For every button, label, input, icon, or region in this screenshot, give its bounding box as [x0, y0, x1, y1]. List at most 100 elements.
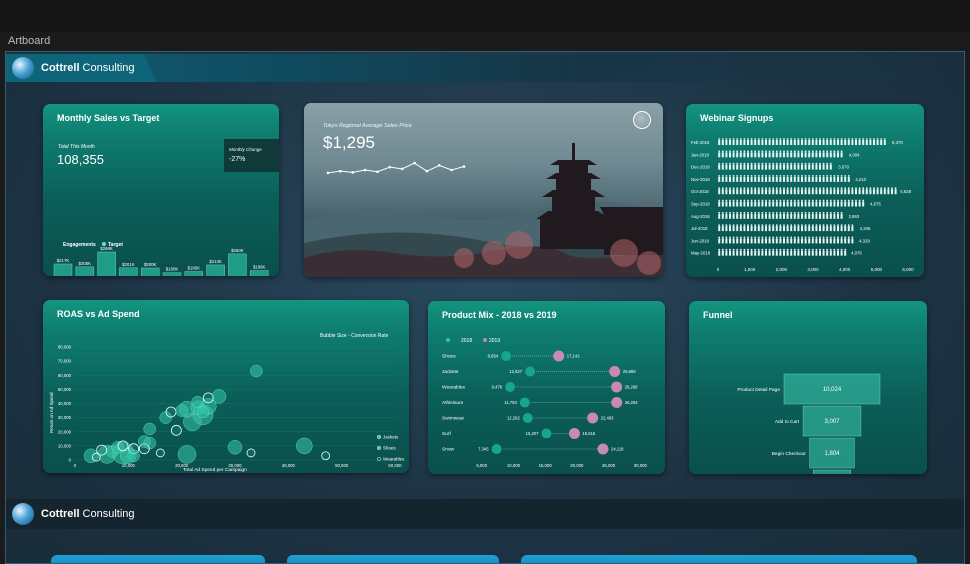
person-icon [732, 164, 735, 170]
person-icon [819, 162, 821, 165]
person-icon [754, 238, 757, 244]
person-icon [801, 175, 803, 177]
person-icon [819, 187, 821, 190]
person-icon [768, 211, 771, 214]
person-icon [718, 164, 721, 170]
funnel-chart: 10,024 Product Detail Page 3,007 Add to Car… [737, 373, 881, 474]
person-icon [804, 140, 807, 145]
person-icon [801, 162, 803, 165]
person-icon [801, 236, 803, 239]
person-icon [837, 248, 839, 251]
lower-card-2[interactable] [287, 555, 499, 563]
person-icon [725, 187, 728, 190]
person-icon [869, 187, 872, 190]
webinar-signups-card[interactable]: Webinar Signups Feb-2019 5,370 Jan-2019 4,0… [686, 104, 924, 277]
person-icon [822, 238, 825, 244]
roas-card[interactable]: ROAS vs Ad Spend Bubble Size - Conversio… [43, 300, 409, 473]
person-icon [736, 199, 739, 202]
person-icon [873, 189, 875, 195]
target-bar [140, 267, 160, 276]
person-icon [729, 176, 731, 182]
person-icon [801, 164, 803, 170]
point-2018 [525, 366, 536, 377]
person-icon [754, 211, 757, 214]
target-label: $201K [122, 262, 135, 267]
point-2018 [501, 351, 512, 361]
monthly-sales-card[interactable]: Monthly Sales vs Target Total This Month… [43, 104, 279, 276]
person-icon [721, 187, 724, 190]
person-icon [725, 162, 728, 165]
person-icon [815, 162, 818, 165]
person-icon [729, 189, 731, 195]
person-icon [811, 238, 814, 244]
tokyo-price-card[interactable]: Tokyo Regional Average Sales Price $1,29… [304, 103, 663, 277]
product-mix-card[interactable]: Product Mix - 2018 vs 2019 2018 2019 Shoes… [428, 301, 665, 474]
value-2019: 26,284 [625, 400, 638, 405]
person-icon [761, 226, 764, 232]
person-icon [754, 199, 757, 202]
person-icon [772, 162, 775, 165]
person-icon [754, 152, 757, 158]
person-icon [750, 213, 753, 219]
person-icon [869, 140, 872, 145]
person-icon [732, 150, 735, 153]
person-icon [743, 248, 746, 251]
person-icon [761, 211, 764, 214]
person-icon [797, 138, 800, 140]
person-icon [858, 138, 861, 140]
person-icon [851, 201, 854, 207]
person-icon [736, 226, 739, 232]
person-icon [804, 248, 807, 251]
person-icon [736, 176, 739, 182]
artboard[interactable]: Cottrell Consulting Monthly Sales vs Tar… [5, 51, 965, 564]
person-icon [808, 201, 811, 207]
webinar-value: 3,993 [848, 214, 859, 219]
person-icon [761, 162, 764, 165]
point-2018 [541, 428, 552, 439]
globe-icon[interactable] [633, 111, 651, 129]
person-icon [790, 176, 793, 182]
person-icon [757, 201, 760, 207]
y-tick: 70,000 [58, 359, 72, 364]
point-2019 [553, 350, 565, 362]
person-icon [808, 226, 811, 232]
person-icon [772, 152, 775, 158]
value-2018: 9,476 [492, 385, 503, 390]
person-icon [826, 189, 829, 195]
person-icon [768, 224, 771, 226]
artboard-label: Artboard [8, 35, 51, 47]
person-icon [837, 152, 839, 158]
person-icon [725, 211, 728, 214]
trend-point [376, 170, 379, 174]
person-icon [757, 152, 760, 158]
person-icon [873, 187, 875, 190]
funnel-card[interactable]: Funnel 10,024 Product Detail Page 3,007 Add… [689, 301, 927, 474]
person-icon [833, 199, 836, 202]
person-icon [783, 248, 785, 251]
target-label: $189K [253, 265, 266, 270]
person-icon [783, 150, 785, 153]
person-icon [768, 150, 771, 153]
lower-card-3[interactable] [521, 555, 917, 563]
person-icon [768, 187, 771, 190]
person-icon [826, 236, 829, 239]
person-icon [837, 175, 839, 177]
person-icon [790, 248, 793, 251]
person-icon [790, 238, 793, 244]
person-icon [786, 176, 789, 182]
axis-tick: 2,000 [776, 267, 788, 272]
person-icon [772, 187, 775, 190]
person-icon [822, 176, 825, 182]
person-icon [747, 152, 749, 158]
person-icon [772, 248, 775, 251]
person-icon [858, 140, 861, 145]
person-icon [847, 189, 850, 195]
person-icon [829, 175, 832, 177]
person-icon [833, 250, 836, 256]
person-icon [808, 236, 811, 239]
person-icon [793, 152, 796, 158]
person-icon [883, 140, 886, 145]
lower-card-1[interactable] [51, 555, 265, 563]
person-icon [840, 187, 843, 190]
person-icon [757, 226, 760, 232]
